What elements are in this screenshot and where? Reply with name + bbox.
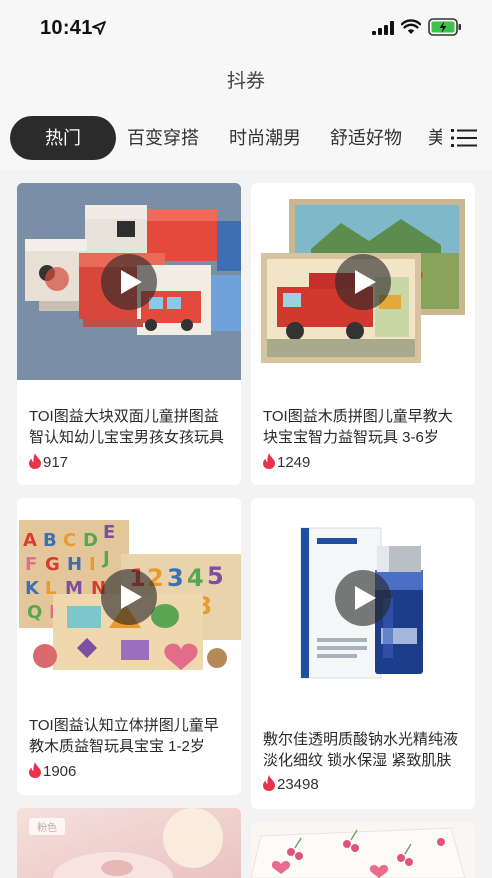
svg-text:J: J bbox=[101, 548, 110, 569]
svg-text:B: B bbox=[43, 530, 57, 551]
flame-icon bbox=[29, 453, 41, 469]
play-button[interactable] bbox=[101, 253, 157, 310]
like-count: 1249 bbox=[263, 453, 310, 473]
product-image bbox=[17, 183, 241, 380]
product-title: TOI图益大块双面儿童拼图益智认知幼儿宝宝男孩女孩玩具 bbox=[29, 408, 225, 446]
svg-text:E: E bbox=[103, 522, 115, 543]
product-card[interactable]: TOI图益木质拼图儿童早教大块宝宝智力益智玩具 3-6岁 1249 bbox=[251, 183, 475, 485]
product-card[interactable]: TOI图益大块双面儿童拼图益智认知幼儿宝宝男孩女孩玩具 917 bbox=[17, 183, 241, 485]
tab-hot[interactable]: 热门 bbox=[10, 116, 116, 160]
svg-text:D: D bbox=[83, 530, 98, 551]
svg-text:Q: Q bbox=[27, 602, 42, 623]
like-count-value: 917 bbox=[43, 454, 69, 471]
play-button[interactable] bbox=[101, 568, 157, 625]
play-icon bbox=[121, 584, 142, 609]
play-icon bbox=[355, 586, 376, 610]
product-image bbox=[251, 183, 475, 380]
tab-beauty[interactable]: 美 bbox=[428, 116, 442, 160]
tab-comfort-goods[interactable]: 舒适好物 bbox=[330, 116, 402, 160]
like-count-value: 23498 bbox=[277, 776, 319, 793]
battery-charging-icon bbox=[428, 18, 461, 36]
product-image bbox=[251, 498, 475, 698]
svg-text:K: K bbox=[25, 578, 40, 599]
like-count-value: 1249 bbox=[277, 454, 311, 471]
play-icon bbox=[121, 269, 142, 294]
page-title: 抖券 bbox=[226, 71, 265, 92]
svg-text:A: A bbox=[23, 530, 37, 551]
play-button[interactable] bbox=[335, 253, 391, 310]
like-count-value: 1906 bbox=[43, 763, 77, 780]
product-title: TOI图益认知立体拼图儿童早教木质益智玩具宝宝 1-2岁 bbox=[29, 717, 219, 755]
play-icon bbox=[355, 269, 376, 294]
signal-icon bbox=[372, 21, 394, 35]
status-time: 10:41 bbox=[40, 17, 93, 39]
svg-text:G: G bbox=[45, 554, 60, 575]
flame-icon bbox=[263, 775, 275, 791]
product-title: TOI图益木质拼图儿童早教大块宝宝智力益智玩具 3-6岁 bbox=[263, 408, 453, 446]
menu-list-icon[interactable] bbox=[451, 127, 477, 149]
product-image: A B C D E F G H I J K L M N Q R 1 2 bbox=[17, 498, 241, 695]
play-button[interactable] bbox=[335, 570, 391, 626]
tab-beauty-label: 美 bbox=[428, 128, 442, 148]
product-title: 敷尔佳透明质酸钠水光精纯液 淡化细纹 锁水保湿 紧致肌肤 bbox=[263, 731, 459, 769]
like-count: 23498 bbox=[263, 775, 319, 795]
svg-text:3: 3 bbox=[167, 564, 184, 592]
wifi-icon bbox=[401, 19, 421, 34]
like-count: 1906 bbox=[29, 762, 76, 782]
tab-outfits[interactable]: 百变穿搭 bbox=[127, 116, 199, 160]
product-image bbox=[251, 822, 475, 878]
product-tag: 粉色 bbox=[29, 818, 65, 835]
svg-text:F: F bbox=[25, 554, 37, 575]
product-card[interactable]: 敷尔佳透明质酸钠水光精纯液 淡化细纹 锁水保湿 紧致肌肤 23498 bbox=[251, 498, 475, 809]
svg-text:5: 5 bbox=[207, 562, 224, 590]
svg-text:H: H bbox=[67, 554, 82, 575]
svg-text:C: C bbox=[63, 530, 76, 551]
flame-icon bbox=[29, 762, 41, 778]
tab-trendy-men[interactable]: 时尚潮男 bbox=[229, 116, 301, 160]
svg-text:I: I bbox=[89, 554, 96, 575]
top-area: 10:41 抖券 热门 百变穿搭 时尚潮男 舒适好物 美 bbox=[0, 0, 492, 170]
product-image: 粉色 bbox=[17, 808, 241, 878]
product-card[interactable] bbox=[251, 822, 475, 878]
category-tabs: 热门 百变穿搭 时尚潮男 舒适好物 美 bbox=[0, 116, 492, 160]
product-card[interactable]: A B C D E F G H I J K L M N Q R 1 2 bbox=[17, 498, 241, 795]
like-count: 917 bbox=[29, 453, 68, 473]
location-arrow-icon bbox=[92, 21, 106, 35]
flame-icon bbox=[263, 453, 275, 469]
status-bar: 10:41 bbox=[0, 0, 492, 56]
product-card[interactable]: 粉色 bbox=[17, 808, 241, 878]
svg-text:4: 4 bbox=[187, 564, 204, 592]
